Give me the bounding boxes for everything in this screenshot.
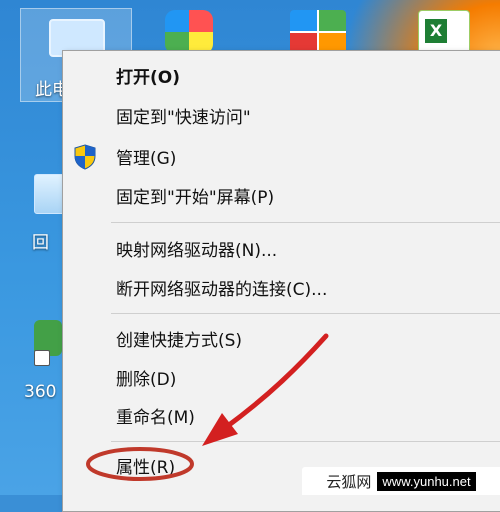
menu-item-label: 重命名(M) — [116, 407, 195, 428]
app-grid-icon — [290, 10, 346, 54]
watermark-site: 云狐网 — [326, 473, 372, 491]
menu-separator — [111, 222, 500, 223]
menu-item-pin-start[interactable]: 固定到"开始"屏幕(P) — [63, 177, 500, 213]
desktop-icon-label: 360 — [24, 382, 57, 402]
uac-shield-icon — [74, 144, 96, 170]
menu-item-label: 删除(D) — [116, 369, 177, 390]
menu-item-map-drive[interactable]: 映射网络驱动器(N)... — [63, 230, 500, 266]
excel-x-mark: X — [425, 19, 447, 43]
desktop-icon-app-grid[interactable] — [290, 10, 346, 54]
menu-item-create-shortcut[interactable]: 创建快捷方式(S) — [63, 320, 500, 356]
menu-item-label: 属性(R) — [116, 457, 176, 478]
menu-item-label: 管理(G) — [116, 148, 177, 169]
menu-separator — [111, 441, 500, 442]
menu-item-disconnect-drive[interactable]: 断开网络驱动器的连接(C)... — [63, 269, 500, 305]
menu-item-label: 映射网络驱动器(N)... — [116, 240, 278, 261]
menu-item-label: 固定到"开始"屏幕(P) — [116, 187, 275, 208]
menu-item-label: 创建快捷方式(S) — [116, 330, 243, 351]
desktop: 此电 X 回 360 打开(O) 固定到"快速访问" 管理(G) 固定到"开始"… — [0, 0, 500, 512]
menu-item-manage[interactable]: 管理(G) — [63, 138, 500, 174]
menu-separator — [111, 313, 500, 314]
menu-item-label: 断开网络驱动器的连接(C)... — [116, 279, 328, 300]
desktop-icon-app-colorful[interactable] — [165, 10, 213, 54]
menu-item-rename[interactable]: 重命名(M) — [63, 397, 500, 433]
desktop-icon-label: 回 — [32, 233, 49, 253]
context-menu: 打开(O) 固定到"快速访问" 管理(G) 固定到"开始"屏幕(P) 映射网络驱… — [62, 50, 500, 512]
menu-item-delete[interactable]: 删除(D) — [63, 359, 500, 395]
menu-item-open[interactable]: 打开(O) — [63, 57, 500, 93]
watermark: 云狐网 www.yunhu.net — [302, 467, 500, 495]
menu-item-label: 打开(O) — [116, 67, 180, 88]
watermark-url: www.yunhu.net — [377, 471, 476, 491]
app-colorful-icon — [165, 10, 213, 54]
menu-item-pin-quick-access[interactable]: 固定到"快速访问" — [63, 97, 500, 133]
shortcut-arrow-icon — [34, 350, 50, 366]
menu-item-label: 固定到"快速访问" — [116, 107, 251, 128]
desktop-icon-360[interactable]: 360 — [24, 320, 64, 410]
desktop-icon-excel[interactable]: X — [418, 10, 470, 56]
